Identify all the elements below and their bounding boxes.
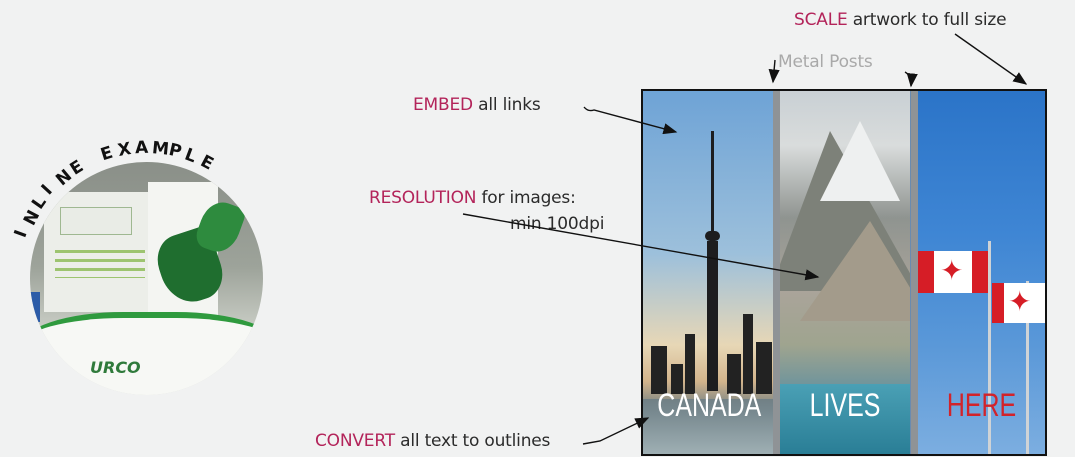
metal-post-arrow-left [768, 59, 780, 84]
embed-arrow [583, 106, 678, 135]
callout-arrows [462, 33, 1028, 445]
resolution-arrow [462, 213, 820, 281]
convert-arrow [582, 417, 650, 445]
scale-arrow [954, 33, 1028, 85]
metal-post-arrow-right [904, 71, 918, 88]
